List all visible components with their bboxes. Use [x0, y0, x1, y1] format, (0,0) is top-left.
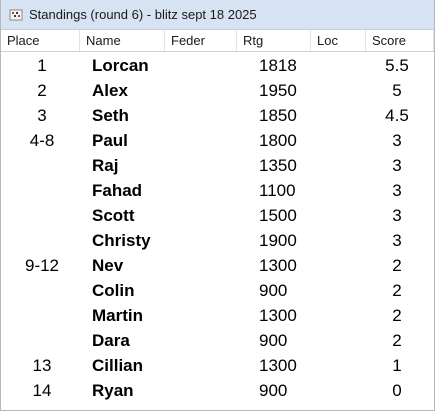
table-row[interactable]: 4-8 Paul 1800 3: [1, 128, 434, 153]
standings-window: Standings (round 6) - blitz sept 18 2025…: [0, 0, 435, 411]
table-row[interactable]: Raj 1350 3: [1, 153, 434, 178]
score-cell: 4.5: [385, 106, 409, 125]
place-cell: [7, 178, 77, 203]
column-header-rtg[interactable]: Rtg: [237, 30, 311, 51]
title-bar[interactable]: Standings (round 6) - blitz sept 18 2025: [1, 0, 434, 30]
place-cell: 4-8: [29, 131, 55, 150]
table-row[interactable]: 14 Ryan 900 0: [1, 378, 434, 403]
score-cell: 2: [392, 281, 402, 300]
table-row[interactable]: 1 Lorcan 1818 5.5: [1, 53, 434, 78]
table-row[interactable]: Christy 1900 3: [1, 228, 434, 253]
name-cell: Dara: [92, 331, 130, 350]
table-row[interactable]: Dara 900 2: [1, 328, 434, 353]
place-cell: 2: [37, 81, 47, 100]
place-cell: 14: [32, 381, 52, 400]
place-cell: [7, 203, 77, 228]
rating-cell: 900: [259, 281, 288, 300]
score-cell: 5: [392, 81, 402, 100]
name-cell: Christy: [92, 231, 151, 250]
score-cell: 2: [392, 256, 402, 275]
table-header: Place Name Feder Rtg Loc Score: [1, 30, 434, 52]
column-header-loc[interactable]: Loc: [311, 30, 366, 51]
name-cell: Colin: [92, 281, 135, 300]
name-cell: Lorcan: [92, 56, 149, 75]
rating-cell: 900: [259, 331, 288, 350]
rating-cell: 1500: [259, 206, 297, 225]
rating-cell: 1300: [259, 256, 297, 275]
name-cell: Cillian: [92, 356, 144, 375]
place-cell: 9-12: [24, 256, 60, 275]
name-cell: Ryan: [92, 381, 134, 400]
score-cell: 3: [392, 181, 402, 200]
score-cell: 2: [392, 331, 402, 350]
column-header-feder[interactable]: Feder: [165, 30, 237, 51]
score-cell: 3: [392, 231, 402, 250]
place-cell: [7, 328, 77, 353]
rating-cell: 1300: [259, 306, 297, 325]
rating-cell: 1800: [259, 131, 297, 150]
table-row[interactable]: Fahad 1100 3: [1, 178, 434, 203]
rating-cell: 1818: [259, 56, 297, 75]
score-cell: 5.5: [385, 56, 409, 75]
score-cell: 0: [392, 381, 402, 400]
name-cell: Martin: [92, 306, 143, 325]
place-cell: 13: [32, 356, 52, 375]
score-cell: 3: [392, 156, 402, 175]
name-cell: Fahad: [92, 181, 143, 200]
column-header-name[interactable]: Name: [80, 30, 165, 51]
place-cell: [7, 153, 77, 178]
table-row[interactable]: 2 Alex 1950 5: [1, 78, 434, 103]
name-cell: Scott: [92, 206, 135, 225]
table-row[interactable]: 9-12 Nev 1300 2: [1, 253, 434, 278]
score-cell: 2: [392, 306, 402, 325]
column-header-place[interactable]: Place: [1, 30, 80, 51]
score-cell: 3: [392, 206, 402, 225]
table-row[interactable]: 3 Seth 1850 4.5: [1, 103, 434, 128]
name-cell: Raj: [92, 156, 119, 175]
place-cell: 3: [37, 106, 47, 125]
place-cell: [7, 303, 77, 328]
rating-cell: 1950: [259, 81, 297, 100]
table-row[interactable]: Colin 900 2: [1, 278, 434, 303]
rating-cell: 900: [259, 381, 288, 400]
place-cell: [7, 278, 77, 303]
rating-cell: 1850: [259, 106, 297, 125]
score-cell: 3: [392, 131, 402, 150]
name-cell: Paul: [92, 131, 128, 150]
rating-cell: 1100: [259, 181, 296, 200]
rating-cell: 1350: [259, 156, 297, 175]
column-header-score[interactable]: Score: [366, 30, 434, 51]
score-cell: 1: [392, 356, 402, 375]
table-row[interactable]: 13 Cillian 1300 1: [1, 353, 434, 378]
rating-cell: 1900: [259, 231, 297, 250]
standings-table-body: 1 Lorcan 1818 5.5 2 Alex 1950 5 3 Seth 1…: [1, 53, 434, 403]
table-row[interactable]: Scott 1500 3: [1, 203, 434, 228]
table-row[interactable]: Martin 1300 2: [1, 303, 434, 328]
place-cell: [7, 228, 77, 253]
name-cell: Nev: [92, 256, 124, 275]
app-icon: [9, 9, 23, 20]
rating-cell: 1300: [259, 356, 297, 375]
name-cell: Alex: [92, 81, 128, 100]
name-cell: Seth: [92, 106, 129, 125]
window-title: Standings (round 6) - blitz sept 18 2025: [29, 7, 257, 22]
place-cell: 1: [37, 56, 47, 75]
